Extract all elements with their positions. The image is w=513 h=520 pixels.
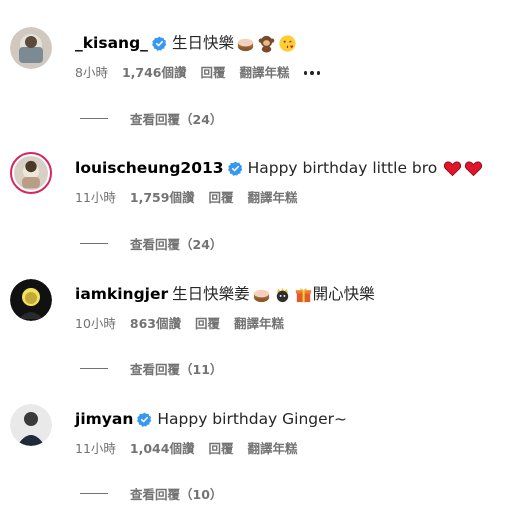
crown-face-icon bbox=[273, 285, 292, 304]
comment-text: 生日快樂姜 bbox=[172, 285, 250, 303]
translate-button[interactable]: 翻譯年糕 bbox=[247, 441, 297, 457]
comment-time: 8小時 bbox=[75, 65, 108, 80]
avatar[interactable] bbox=[10, 152, 52, 194]
reply-button[interactable]: 回覆 bbox=[195, 316, 220, 332]
gift-icon bbox=[294, 285, 313, 304]
view-replies-label: 查看回覆（11） bbox=[130, 362, 223, 377]
view-replies-button[interactable]: 查看回覆（11） bbox=[80, 359, 222, 378]
view-replies-label: 查看回覆（10） bbox=[130, 487, 223, 502]
verified-badge-icon bbox=[227, 161, 243, 176]
translate-button[interactable]: 翻譯年糕 bbox=[247, 190, 297, 206]
reply-button[interactable]: 回覆 bbox=[208, 190, 233, 206]
divider bbox=[80, 493, 108, 494]
verified-badge-icon bbox=[152, 36, 167, 51]
username[interactable]: jimyan bbox=[75, 409, 133, 429]
likes-count[interactable]: 1,759個讚 bbox=[130, 190, 195, 206]
view-replies-button[interactable]: 查看回覆（24） bbox=[80, 234, 222, 253]
comment-time: 11小時 bbox=[75, 190, 116, 205]
divider bbox=[80, 118, 108, 119]
avatar[interactable] bbox=[10, 404, 52, 446]
cake-icon bbox=[252, 285, 271, 304]
likes-count[interactable]: 863個讚 bbox=[130, 316, 181, 332]
divider bbox=[80, 368, 108, 369]
comment-time: 10小時 bbox=[75, 316, 116, 331]
translate-button[interactable]: 翻譯年糕 bbox=[234, 316, 284, 332]
view-replies-button[interactable]: 查看回覆（10） bbox=[80, 484, 222, 503]
avatar[interactable] bbox=[10, 279, 52, 321]
red-heart-icon bbox=[464, 159, 483, 178]
kiss-face-icon bbox=[278, 34, 297, 53]
likes-count[interactable]: 1,746個讚 bbox=[122, 65, 187, 81]
verified-badge-icon bbox=[137, 412, 152, 427]
more-options-icon[interactable] bbox=[303, 71, 321, 75]
view-replies-button[interactable]: 查看回覆（24） bbox=[80, 109, 222, 128]
comment-text-after: 開心快樂 bbox=[312, 285, 375, 303]
likes-count[interactable]: 1,044個讚 bbox=[130, 441, 195, 457]
username[interactable]: louischeung2013 bbox=[75, 158, 224, 178]
divider bbox=[80, 243, 108, 244]
username[interactable]: _kisang_ bbox=[75, 33, 148, 53]
avatar[interactable] bbox=[10, 27, 52, 69]
view-replies-label: 查看回覆（24） bbox=[130, 112, 223, 127]
comment-text: Happy birthday little bro bbox=[247, 159, 438, 177]
reply-button[interactable]: 回覆 bbox=[208, 441, 233, 457]
reply-button[interactable]: 回覆 bbox=[201, 65, 226, 81]
translate-button[interactable]: 翻譯年糕 bbox=[240, 65, 290, 81]
cake-icon bbox=[236, 34, 255, 53]
view-replies-label: 查看回覆（24） bbox=[130, 237, 223, 252]
comment-time: 11小時 bbox=[75, 441, 116, 456]
red-heart-icon bbox=[443, 159, 462, 178]
comment-text: 生日快樂 bbox=[171, 34, 234, 52]
comment-text: Happy birthday Ginger~ bbox=[157, 410, 348, 428]
username[interactable]: iamkingjer bbox=[75, 284, 168, 304]
monkey-icon bbox=[257, 34, 276, 53]
